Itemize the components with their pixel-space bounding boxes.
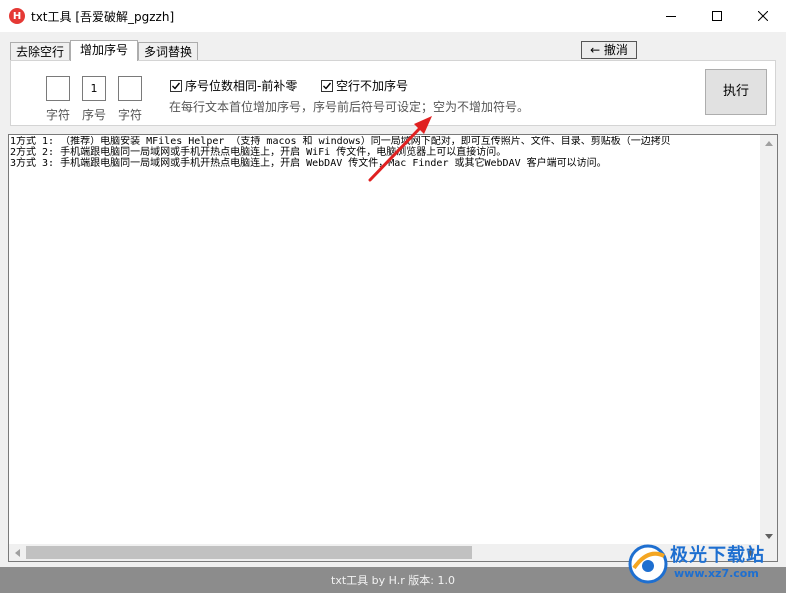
undo-button[interactable]: ← 撤消 [581,41,637,59]
maximize-button[interactable] [694,0,740,32]
hint-text: 在每行文本首位增加序号，序号前后符号可设定；空为不增加符号。 [169,100,530,114]
seq-label: 序号 [82,108,107,122]
red-arrow-annotation [368,116,432,182]
tab-remove-blank-lines[interactable]: 去除空行 [10,42,70,60]
skip-blank-checkbox[interactable]: 空行不加序号 [321,77,408,94]
tab-add-line-numbers[interactable]: 增加序号 [70,40,138,61]
status-text: txt工具 by H.r 版本: 1.0 [331,574,455,587]
minimize-icon [666,16,676,17]
maximize-icon [712,11,722,21]
execute-button[interactable]: 执行 [705,69,767,115]
close-icon [758,11,768,21]
app-icon: H [9,8,25,24]
skip-blank-label: 空行不加序号 [336,79,409,93]
horizontal-scroll-thumb[interactable] [26,546,472,559]
watermark-url: www.xz7.com [674,567,759,580]
tab-multi-word-replace[interactable]: 多词替换 [138,42,198,60]
checkbox-checked-icon [321,79,333,92]
text-editor[interactable]: 1方式 1: （推荐）电脑安装 MFiles Helper （支持 macos … [8,134,778,562]
pad-zero-label: 序号位数相同-前补零 [185,79,298,93]
seq-start-input[interactable]: 1 [82,76,106,101]
watermark: 极光下载站 www.xz7.com [626,538,782,590]
suffix-input[interactable] [118,76,142,101]
minimize-button[interactable] [648,0,694,32]
scroll-left-icon[interactable] [9,544,26,561]
suffix-label: 字符 [118,108,143,122]
close-button[interactable] [740,0,786,32]
checkbox-checked-icon [170,79,182,92]
window-title: txt工具 [吾爱破解_pgzzh] [31,10,175,24]
vertical-scrollbar[interactable] [760,135,777,545]
watermark-brand: 极光下载站 [670,545,765,566]
prefix-label: 字符 [46,108,71,122]
pad-zero-checkbox[interactable]: 序号位数相同-前补零 [170,77,297,94]
title-bar[interactable]: H txt工具 [吾爱破解_pgzzh] [0,0,786,32]
prefix-input[interactable] [46,76,70,101]
watermark-logo-icon [628,544,668,584]
scroll-up-icon[interactable] [760,135,777,152]
